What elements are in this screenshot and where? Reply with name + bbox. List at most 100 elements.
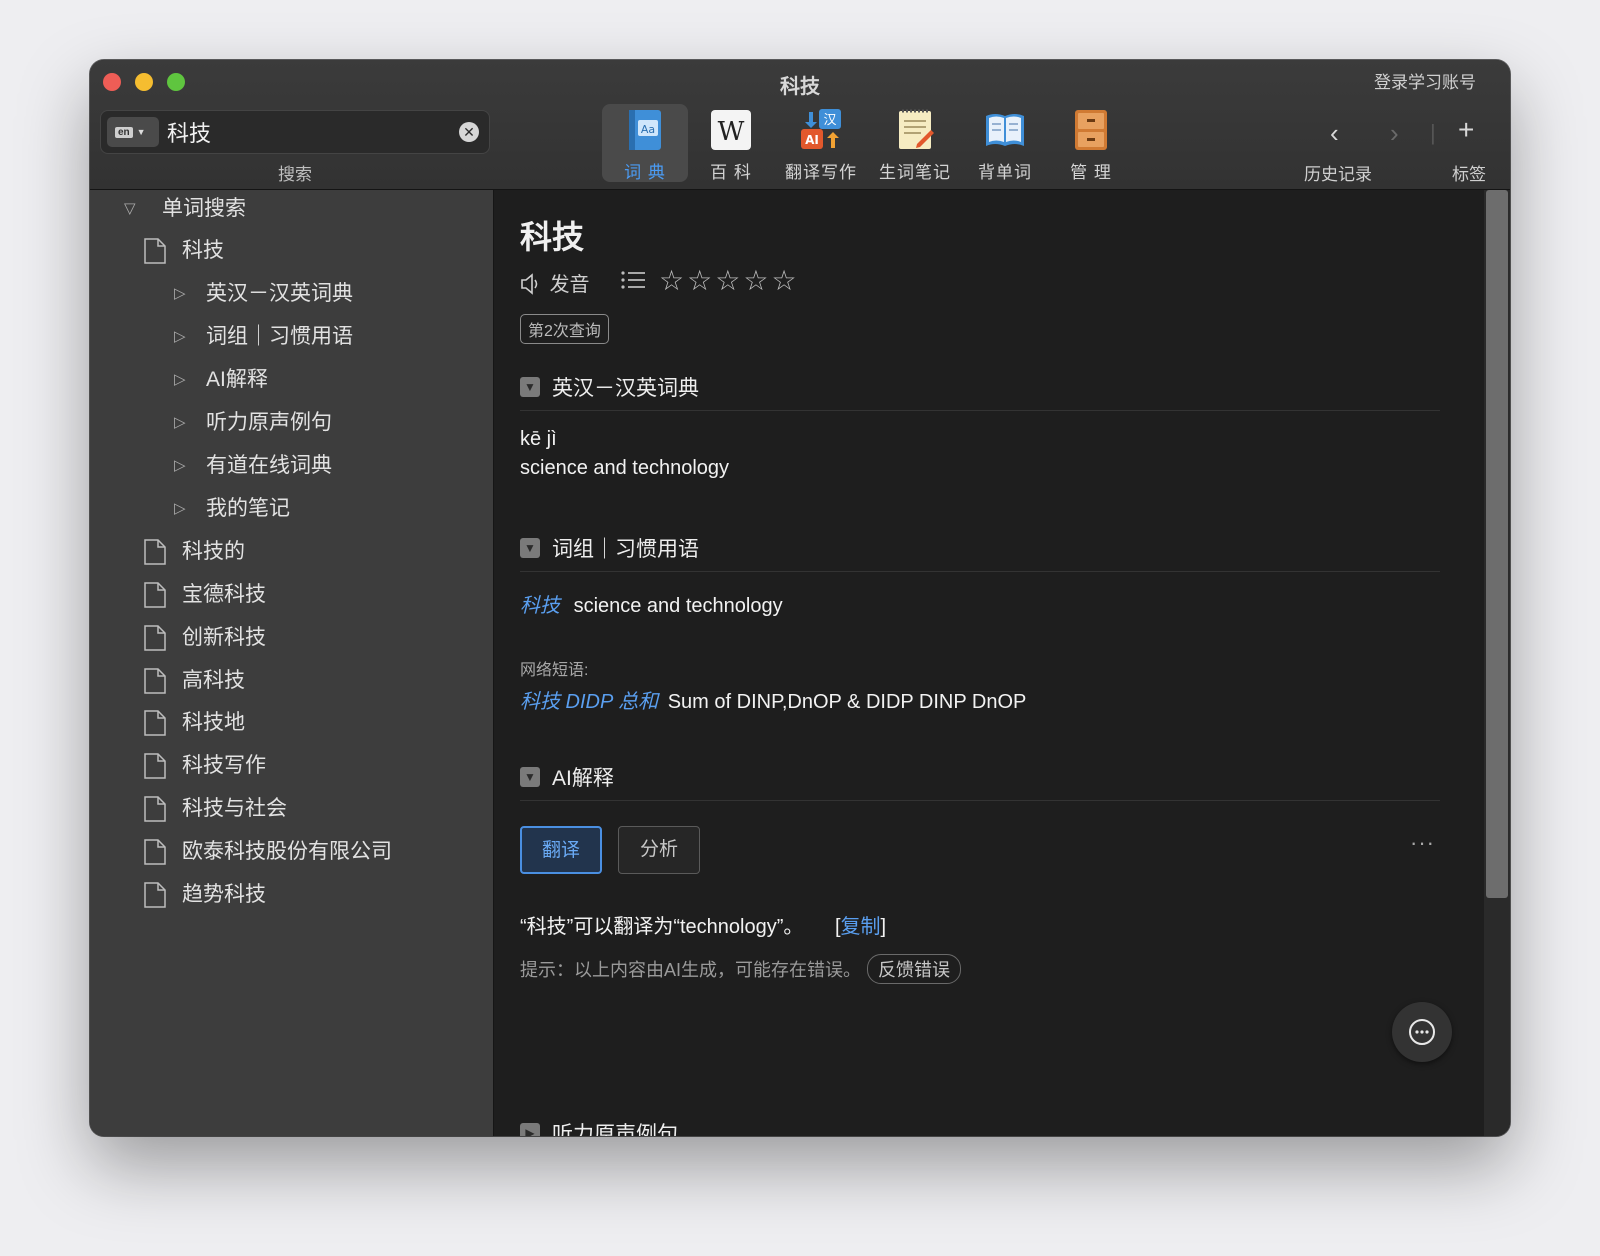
tab-dictionary[interactable]: Aa 词 典 bbox=[602, 104, 688, 182]
svg-text:W: W bbox=[718, 117, 745, 147]
search-input[interactable] bbox=[167, 115, 447, 149]
entry-headword: 科技 bbox=[520, 219, 585, 255]
section-header-ai[interactable]: ▼ AI解释 bbox=[520, 762, 614, 792]
ai-translate-button[interactable]: 翻译 bbox=[520, 826, 602, 874]
expand-toggle-icon[interactable]: ▶ bbox=[520, 1123, 540, 1136]
web-phrase-row: 科技 DIDP 总和 Sum of DINP,DnOP & DIDP DINP … bbox=[520, 685, 1026, 714]
document-icon bbox=[144, 668, 166, 694]
document-icon bbox=[144, 753, 166, 779]
tab-encyclopedia[interactable]: W 百 科 bbox=[688, 104, 774, 182]
disclosure-closed-icon[interactable]: ▷ bbox=[174, 279, 186, 309]
document-icon bbox=[144, 582, 166, 608]
disclosure-closed-icon[interactable]: ▷ bbox=[174, 451, 186, 481]
sidebar-item-label: 科技与社会 bbox=[182, 797, 287, 820]
dictionary-book-icon: Aa bbox=[629, 110, 661, 150]
sidebar-root-label: 单词搜索 bbox=[162, 197, 246, 220]
sidebar: ▽ 单词搜索 科技 ▷ 英汉－汉英词典 ▷ 词组｜习惯用语 ▷ AI解释 ▷ 听力原声例… bbox=[90, 190, 494, 1136]
query-count-badge: 第2次查询 bbox=[520, 314, 609, 344]
ai-result-text: “科技”可以翻译为“technology”。 bbox=[520, 916, 804, 938]
add-tag-icon[interactable]: + bbox=[1458, 114, 1474, 146]
scrollbar[interactable] bbox=[1484, 190, 1510, 1136]
section-divider bbox=[520, 410, 1440, 411]
disclosure-closed-icon[interactable]: ▷ bbox=[174, 494, 186, 524]
section-title: 英汉－汉英词典 bbox=[552, 377, 699, 400]
document-icon bbox=[144, 238, 166, 264]
web-phrase-meaning: Sum of DINP,DnOP & DIDP DINP DnOP bbox=[667, 691, 1027, 713]
pinyin: kē jì bbox=[520, 428, 557, 450]
disclosure-closed-icon[interactable]: ▷ bbox=[174, 365, 186, 395]
language-selector[interactable]: en ▼ bbox=[107, 117, 159, 147]
web-phrase-label: 网络短语: bbox=[520, 662, 589, 679]
star-icon[interactable]: ☆ bbox=[715, 265, 743, 296]
star-icon[interactable]: ☆ bbox=[771, 265, 799, 296]
tags-label[interactable]: 标签 bbox=[1452, 160, 1486, 185]
flashcard-book-icon bbox=[986, 114, 1024, 146]
star-icon[interactable]: ☆ bbox=[659, 265, 687, 296]
copy-link[interactable]: 复制 bbox=[841, 916, 881, 938]
more-options-icon[interactable]: ··· bbox=[1410, 830, 1435, 856]
definition: science and technology bbox=[520, 457, 730, 479]
sidebar-item-label: 英汉－汉英词典 bbox=[206, 282, 353, 305]
disclosure-open-icon[interactable]: ▽ bbox=[124, 194, 136, 224]
tab-vocab-notes[interactable]: 生词笔记 bbox=[872, 104, 958, 182]
window-title: 科技 bbox=[780, 76, 820, 98]
tab-memorize[interactable]: 背单词 bbox=[962, 104, 1048, 182]
pronounce-button[interactable]: 发音 bbox=[520, 268, 590, 297]
entry-content: 科技 发音 ☆☆☆☆☆ 第2次查询 ▼ 英汉－汉英词典 kē jì science… bbox=[494, 190, 1510, 1136]
ai-result: “科技”可以翻译为“technology”。 [复制] bbox=[520, 910, 886, 939]
svg-text:AI: AI bbox=[805, 133, 819, 147]
sidebar-item-label: 听力原声例句 bbox=[206, 411, 332, 434]
ai-hint: 提示：以上内容由AI生成，可能存在错误。 bbox=[520, 960, 862, 980]
sidebar-item-label: 创新科技 bbox=[182, 626, 266, 649]
toolbar: 科技 登录学习账号 en▼ ✕ 搜索 Aa 词 典 W 百 科 bbox=[90, 60, 1510, 190]
tab-memorize-label: 背单词 bbox=[978, 163, 1032, 182]
chevron-down-icon: ▼ bbox=[136, 127, 146, 137]
disclosure-closed-icon[interactable]: ▷ bbox=[174, 408, 186, 438]
speaker-icon bbox=[521, 273, 538, 295]
ai-translate-icon: 汉 AI bbox=[801, 109, 841, 149]
clear-search-icon[interactable]: ✕ bbox=[459, 122, 479, 142]
svg-text:Aa: Aa bbox=[641, 123, 655, 136]
disclosure-closed-icon[interactable]: ▷ bbox=[174, 322, 186, 352]
phrase-link[interactable]: 科技 bbox=[520, 595, 560, 617]
collapse-toggle-icon[interactable]: ▼ bbox=[520, 767, 540, 788]
close-window-button[interactable] bbox=[103, 73, 121, 91]
sidebar-item-label: 词组｜习惯用语 bbox=[206, 325, 353, 348]
rating-stars[interactable]: ☆☆☆☆☆ bbox=[659, 264, 800, 297]
history-forward-icon[interactable]: › bbox=[1390, 118, 1399, 149]
section-header-dict[interactable]: ▼ 英汉－汉英词典 bbox=[520, 372, 699, 402]
feedback-error-button[interactable]: 反馈错误 bbox=[867, 954, 962, 984]
history-label[interactable]: 历史记录 bbox=[1304, 160, 1372, 185]
collapse-toggle-icon[interactable]: ▼ bbox=[520, 538, 540, 559]
sidebar-item-label: 趋势科技 bbox=[182, 883, 266, 906]
document-icon bbox=[144, 710, 166, 736]
sidebar-item-label: 我的笔记 bbox=[206, 497, 290, 520]
section-header-phrases[interactable]: ▼ 词组｜习惯用语 bbox=[520, 533, 699, 563]
chat-fab-button[interactable] bbox=[1392, 1002, 1452, 1062]
section-title: AI解释 bbox=[552, 767, 614, 790]
notebook-icon bbox=[899, 109, 934, 149]
phrase-meaning: science and technology bbox=[573, 595, 783, 617]
app-window: 科技 登录学习账号 en▼ ✕ 搜索 Aa 词 典 W 百 科 bbox=[90, 60, 1510, 1136]
sidebar-item-label: 科技地 bbox=[182, 711, 245, 734]
tab-translate-write[interactable]: 汉 AI 翻译写作 bbox=[778, 104, 864, 182]
star-icon[interactable]: ☆ bbox=[687, 265, 715, 296]
sidebar-item-label: 宝德科技 bbox=[182, 583, 266, 606]
ai-analyze-button[interactable]: 分析 bbox=[618, 826, 700, 874]
copy-bracket-close: ] bbox=[880, 916, 887, 938]
minimize-window-button[interactable] bbox=[135, 73, 153, 91]
login-account-link[interactable]: 登录学习账号 bbox=[1374, 68, 1476, 93]
collapse-toggle-icon[interactable]: ▼ bbox=[520, 377, 540, 398]
tab-translate-write-label: 翻译写作 bbox=[785, 163, 857, 182]
scrollbar-thumb[interactable] bbox=[1486, 190, 1508, 898]
document-icon bbox=[144, 882, 166, 908]
tab-manage[interactable]: 管 理 bbox=[1048, 104, 1134, 182]
star-icon[interactable]: ☆ bbox=[743, 265, 771, 296]
history-back-icon[interactable]: ‹ bbox=[1330, 118, 1339, 149]
section-header-listening[interactable]: ▶ 听力原声例句 bbox=[520, 1118, 678, 1136]
web-phrase-link[interactable]: 科技 DIDP 总和 bbox=[520, 691, 658, 713]
sidebar-item-label: 科技的 bbox=[182, 540, 245, 563]
zoom-window-button[interactable] bbox=[167, 73, 185, 91]
wordlist-icon[interactable] bbox=[620, 268, 646, 292]
section-title: 听力原声例句 bbox=[552, 1123, 678, 1136]
